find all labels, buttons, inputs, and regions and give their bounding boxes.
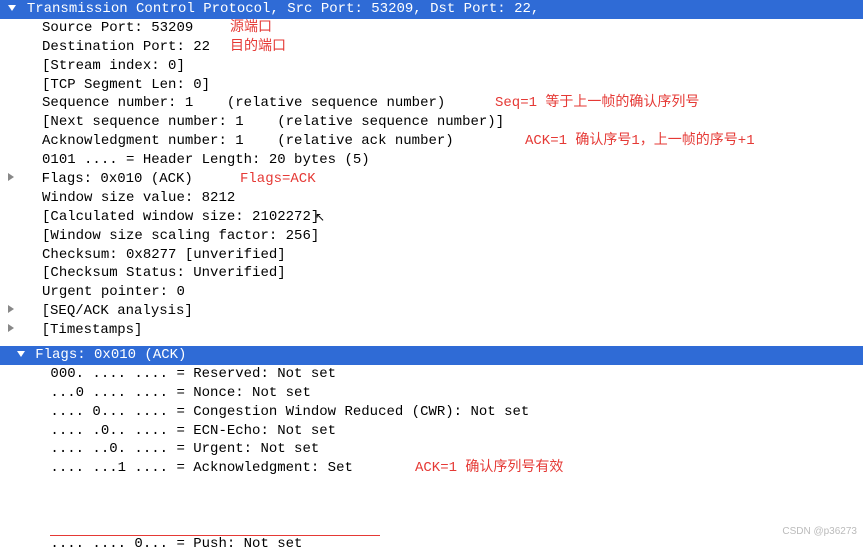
tcp-header-text: Transmission Control Protocol, Src Port:… <box>27 1 539 17</box>
ack-number-text: Acknowledgment number: 1 (relative ack n… <box>17 133 454 149</box>
expand-right-icon <box>8 324 14 332</box>
dest-port-text: Destination Port: 22 <box>17 39 210 55</box>
expand-icon <box>17 351 25 357</box>
flag-push-text: .... .... 0... = Push: Not set <box>17 536 303 552</box>
timestamps-text: [Timestamps] <box>16 322 142 338</box>
header-len-text: 0101 .... = Header Length: 20 bytes (5) <box>17 152 370 168</box>
ack-number-row[interactable]: Acknowledgment number: 1 (relative ack n… <box>0 132 863 151</box>
flag-ack-row[interactable]: .... ...1 .... = Acknowledgment: Set ACK… <box>0 459 863 535</box>
flag-nonce-row[interactable]: ...0 .... .... = Nonce: Not set <box>0 384 863 403</box>
flags-detail-header-text: Flags: 0x010 (ACK) <box>35 347 186 363</box>
stream-index-row[interactable]: [Stream index: 0] <box>0 57 863 76</box>
tcp-header-row[interactable]: Transmission Control Protocol, Src Port:… <box>0 0 863 19</box>
urgent-pointer-text: Urgent pointer: 0 <box>17 284 185 300</box>
flag-push-row[interactable]: .... .... 0... = Push: Not set <box>0 535 863 554</box>
segment-len-row[interactable]: [TCP Segment Len: 0] <box>0 76 863 95</box>
stream-index-text: [Stream index: 0] <box>17 58 185 74</box>
flags-detail-header-row[interactable]: Flags: 0x010 (ACK) <box>0 346 863 365</box>
sequence-row[interactable]: Sequence number: 1 (relative sequence nu… <box>0 94 863 113</box>
ann-ack: ACK=1 确认序号1，上一帧的序号+1 <box>525 132 755 151</box>
flag-cwr-row[interactable]: .... 0... .... = Congestion Window Reduc… <box>0 403 863 422</box>
scale-factor-text: [Window size scaling factor: 256] <box>17 228 319 244</box>
checksum-status-text: [Checksum Status: Unverified] <box>17 265 286 281</box>
flag-ack-text: .... ...1 .... = Acknowledgment: Set <box>17 460 353 476</box>
flags-text: Flags: 0x010 (ACK) <box>16 171 192 187</box>
ann-seq: Seq=1 等于上一帧的确认序列号 <box>495 94 699 113</box>
flag-cwr-text: .... 0... .... = Congestion Window Reduc… <box>17 404 529 420</box>
checksum-row[interactable]: Checksum: 0x8277 [unverified] <box>0 246 863 265</box>
timestamps-row[interactable]: [Timestamps] <box>0 321 863 340</box>
flag-nonce-text: ...0 .... .... = Nonce: Not set <box>17 385 311 401</box>
source-port-row[interactable]: Source Port: 53209 源端口 <box>0 19 863 38</box>
seq-ack-analysis-row[interactable]: [SEQ/ACK analysis] <box>0 302 863 321</box>
flags-row[interactable]: Flags: 0x010 (ACK) Flags=ACK <box>0 170 863 189</box>
flag-ecn-text: .... .0.. .... = ECN-Echo: Not set <box>17 423 336 439</box>
header-len-row[interactable]: 0101 .... = Header Length: 20 bytes (5) <box>0 151 863 170</box>
flag-urgent-text: .... ..0. .... = Urgent: Not set <box>17 441 319 457</box>
flag-urgent-row[interactable]: .... ..0. .... = Urgent: Not set <box>0 440 863 459</box>
ann-dest-port: 目的端口 <box>230 38 286 57</box>
window-size-text: Window size value: 8212 <box>17 190 235 206</box>
segment-len-text: [TCP Segment Len: 0] <box>17 77 210 93</box>
flag-reserved-text: 000. .... .... = Reserved: Not set <box>17 366 336 382</box>
checksum-text: Checksum: 0x8277 [unverified] <box>17 247 286 263</box>
ann-source-port: 源端口 <box>230 19 272 38</box>
seq-ack-analysis-text: [SEQ/ACK analysis] <box>16 303 192 319</box>
expand-right-icon <box>8 173 14 181</box>
next-sequence-text: [Next sequence number: 1 (relative seque… <box>17 114 504 130</box>
window-size-row[interactable]: Window size value: 8212 <box>0 189 863 208</box>
expand-icon <box>8 5 16 11</box>
scale-factor-row[interactable]: [Window size scaling factor: 256] <box>0 227 863 246</box>
ann-flags: Flags=ACK <box>240 170 316 189</box>
dest-port-row[interactable]: Destination Port: 22 目的端口 <box>0 38 863 57</box>
calc-window-text: [Calculated window size: 2102272 <box>17 209 311 225</box>
flag-ecn-row[interactable]: .... .0.. .... = ECN-Echo: Not set <box>0 422 863 441</box>
ann-ack-valid: ACK=1 确认序列号有效 <box>415 459 563 478</box>
sequence-text: Sequence number: 1 (relative sequence nu… <box>17 95 445 111</box>
urgent-pointer-row[interactable]: Urgent pointer: 0 <box>0 283 863 302</box>
source-port-text: Source Port: 53209 <box>17 20 193 36</box>
expand-right-icon <box>8 305 14 313</box>
next-sequence-row[interactable]: [Next sequence number: 1 (relative seque… <box>0 113 863 132</box>
checksum-status-row[interactable]: [Checksum Status: Unverified] <box>0 264 863 283</box>
calc-window-row[interactable]: [Calculated window size: 2102272↖] <box>0 208 863 227</box>
flag-reserved-row[interactable]: 000. .... .... = Reserved: Not set <box>0 365 863 384</box>
mouse-cursor-icon: ↖ <box>315 210 325 226</box>
